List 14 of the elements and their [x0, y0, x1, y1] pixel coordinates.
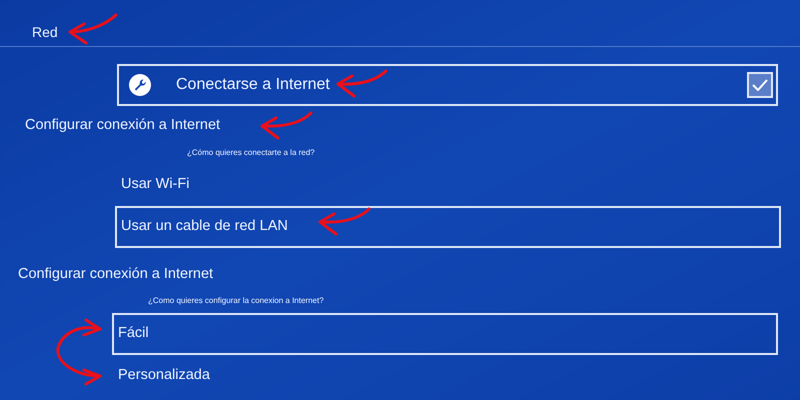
- prompt-text: ¿Como quieres configurar la conexion a Internet?: [148, 296, 324, 305]
- page-title: Red: [32, 24, 58, 40]
- menu-item-label: Conectarse a Internet: [176, 75, 330, 95]
- option-item[interactable]: Fácil: [112, 313, 778, 355]
- checkbox[interactable]: [747, 72, 773, 98]
- menu-item[interactable]: Conectarse a Internet: [117, 64, 778, 106]
- wrench-icon: [129, 74, 151, 96]
- option-item[interactable]: Usar Wi-Fi: [115, 164, 781, 206]
- option-item[interactable]: Usar un cable de red LAN: [115, 206, 781, 248]
- section-title: Configurar conexión a Internet: [18, 266, 214, 282]
- prompt-text: ¿Cómo quieres conectarte a la red?: [187, 148, 315, 157]
- option-item[interactable]: Personalizada: [112, 355, 778, 397]
- check-icon: [752, 79, 768, 91]
- section-title: Configurar conexión a Internet: [25, 117, 220, 133]
